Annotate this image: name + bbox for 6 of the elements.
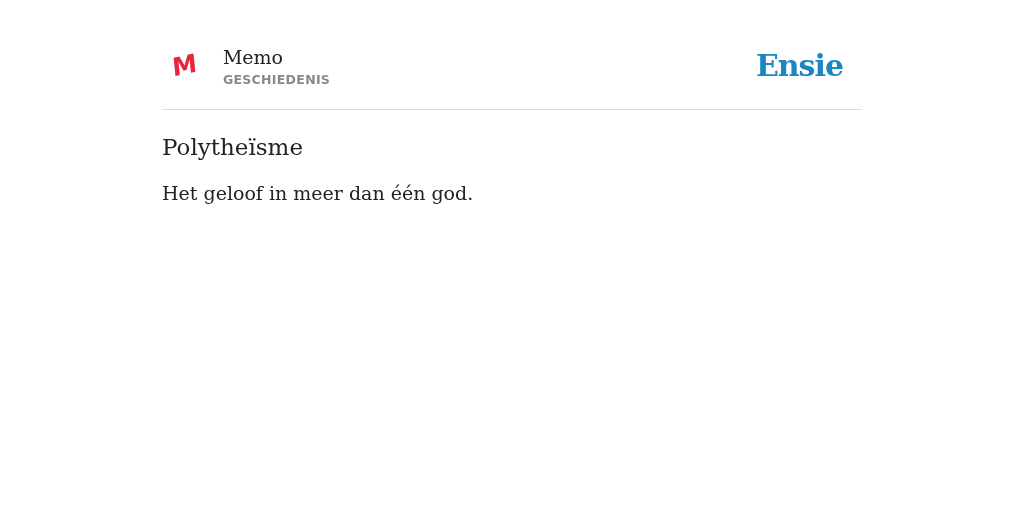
subject-label: GESCHIEDENIS	[222, 72, 332, 87]
logo: M	[170, 50, 198, 81]
term-heading: Polytheïsme	[162, 134, 304, 160]
source-title: Memo	[222, 45, 285, 70]
brand-logo-link[interactable]: Ensie	[755, 48, 843, 83]
definition-text: Het geloof in meer dan één god.	[162, 182, 475, 204]
